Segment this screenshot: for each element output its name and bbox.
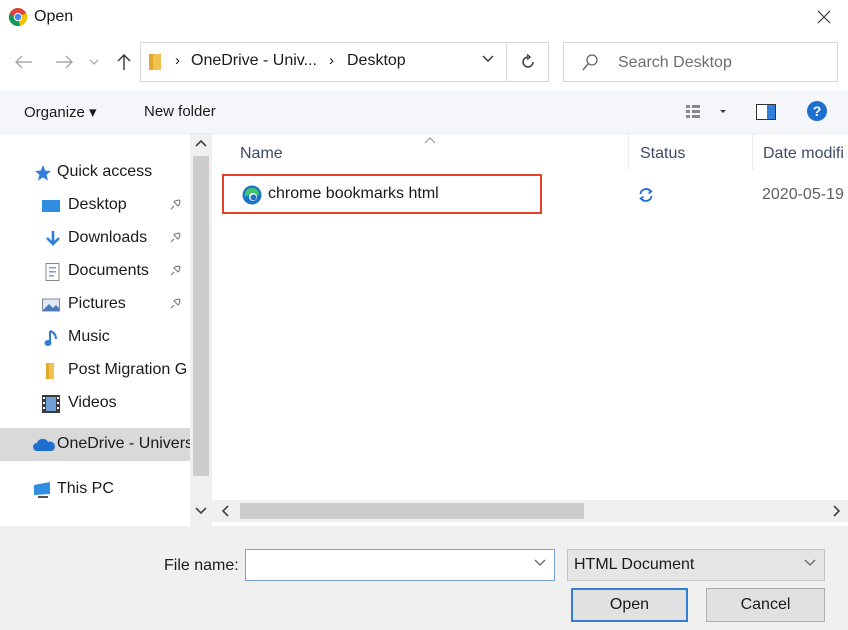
column-header-status[interactable]: Status — [640, 145, 685, 163]
chevron-down-icon — [804, 559, 816, 566]
breadcrumb-separator-icon: › — [175, 52, 180, 69]
sidebar-item-downloads[interactable]: Downloads — [0, 222, 190, 255]
folder-icon — [149, 54, 161, 70]
recent-locations-button[interactable] — [86, 50, 102, 74]
sidebar-item-quick-access[interactable]: Quick access — [0, 156, 190, 189]
organize-button[interactable]: Organize ▾ — [24, 103, 97, 121]
column-header-name[interactable]: Name — [240, 145, 283, 163]
documents-icon — [45, 263, 60, 281]
file-list: Name Status Date modifi chrome bookmarks… — [212, 134, 848, 526]
file-date-modified: 2020-05-19 — [762, 186, 844, 203]
edge-icon — [242, 185, 262, 205]
sidebar-item-label: Post Migration G — [68, 361, 188, 378]
folder-icon — [46, 363, 54, 379]
address-bar[interactable]: › OneDrive - Univ... › Desktop — [140, 42, 507, 82]
column-divider[interactable] — [752, 134, 753, 170]
help-icon[interactable]: ? — [806, 100, 828, 122]
file-row[interactable]: chrome bookmarks html — [222, 174, 542, 214]
sync-icon — [639, 188, 653, 202]
up-button[interactable] — [112, 50, 136, 74]
sidebar-item-label: Downloads — [68, 229, 148, 246]
search-input[interactable]: Search Desktop — [618, 54, 732, 72]
svg-text:?: ? — [813, 103, 822, 119]
column-divider[interactable] — [628, 134, 629, 170]
sidebar-item-label: Documents — [68, 262, 149, 279]
sidebar-scrollbar[interactable] — [190, 134, 212, 526]
pin-icon[interactable] — [168, 297, 182, 311]
sidebar-item-label: OneDrive - Univers — [57, 435, 190, 452]
pictures-icon — [42, 298, 60, 312]
sidebar-item-onedrive[interactable]: OneDrive - Univers — [0, 428, 190, 461]
chevron-up-icon[interactable] — [194, 138, 208, 148]
breadcrumb-desktop[interactable]: Desktop — [347, 52, 406, 70]
sidebar-item-post-migration[interactable]: Post Migration G — [0, 354, 190, 387]
chevron-down-icon[interactable] — [482, 55, 494, 63]
close-icon — [817, 10, 831, 24]
close-button[interactable] — [800, 0, 848, 34]
sidebar-item-desktop[interactable]: Desktop — [0, 189, 190, 222]
file-name-label: File name: — [164, 557, 239, 574]
pin-icon[interactable] — [168, 264, 182, 278]
chevron-down-icon[interactable] — [194, 506, 208, 516]
sidebar-item-documents[interactable]: Documents — [0, 255, 190, 288]
refresh-icon — [521, 54, 534, 68]
cancel-button[interactable]: Cancel — [706, 588, 825, 622]
desktop-icon — [42, 200, 60, 212]
pin-icon[interactable] — [168, 198, 182, 212]
forward-button[interactable] — [52, 50, 76, 74]
up-arrow-icon — [117, 54, 131, 70]
sidebar-item-videos[interactable]: Videos — [0, 387, 190, 420]
forward-arrow-icon — [56, 55, 73, 69]
sidebar-item-music[interactable]: Music — [0, 321, 190, 354]
title-bar: Open — [0, 0, 848, 36]
breadcrumb-separator-icon: › — [329, 52, 334, 69]
chevron-down-icon[interactable] — [534, 559, 546, 567]
onedrive-cloud-icon — [33, 438, 55, 451]
chevron-right-icon[interactable] — [832, 504, 842, 518]
file-type-value: HTML Document — [574, 556, 695, 573]
sidebar-item-label: Music — [68, 328, 110, 345]
sidebar-item-label: This PC — [57, 480, 114, 497]
open-button[interactable]: Open — [571, 588, 688, 622]
command-bar: Organize ▾ New folder ? — [0, 90, 848, 134]
download-arrow-icon — [46, 231, 60, 246]
back-button[interactable] — [12, 50, 36, 74]
back-arrow-icon — [15, 55, 32, 69]
sidebar-item-label: Desktop — [68, 196, 127, 213]
sidebar-item-label: Videos — [68, 394, 117, 411]
sidebar-item-label: Quick access — [57, 163, 153, 180]
chevron-down-icon — [89, 59, 99, 65]
horizontal-scrollbar[interactable] — [212, 500, 848, 522]
search-icon — [582, 54, 598, 71]
star-icon — [35, 165, 51, 181]
file-type-select[interactable]: HTML Document — [567, 549, 825, 581]
search-box[interactable]: Search Desktop — [563, 42, 838, 82]
scrollbar-thumb[interactable] — [193, 156, 209, 476]
new-folder-button[interactable]: New folder — [144, 103, 216, 120]
file-name: chrome bookmarks html — [268, 185, 439, 202]
refresh-button[interactable] — [507, 42, 549, 82]
file-name-input[interactable] — [245, 549, 555, 581]
chrome-icon — [8, 8, 28, 27]
address-row: › OneDrive - Univ... › Desktop Search De… — [0, 36, 848, 90]
column-header-date-modified[interactable]: Date modifi — [763, 145, 844, 163]
pin-icon[interactable] — [168, 231, 182, 245]
view-options-icon[interactable] — [686, 105, 726, 119]
dialog-footer: File name: HTML Document Open Cancel — [0, 526, 848, 630]
sidebar-item-pictures[interactable]: Pictures — [0, 288, 190, 321]
window-title: Open — [34, 8, 74, 25]
this-pc-icon — [34, 482, 50, 498]
navigation-pane: Quick access Desktop Downloads Documents… — [0, 134, 212, 526]
sort-ascending-icon — [424, 137, 436, 144]
breadcrumb-onedrive[interactable]: OneDrive - Univ... — [191, 52, 317, 70]
scrollbar-thumb[interactable] — [240, 503, 584, 519]
preview-pane-icon[interactable] — [756, 104, 776, 120]
videos-icon — [42, 395, 60, 413]
sidebar-item-this-pc[interactable]: This PC — [0, 473, 190, 506]
music-note-icon — [44, 330, 57, 346]
sidebar-item-label: Pictures — [68, 295, 126, 312]
chevron-left-icon[interactable] — [220, 504, 230, 518]
